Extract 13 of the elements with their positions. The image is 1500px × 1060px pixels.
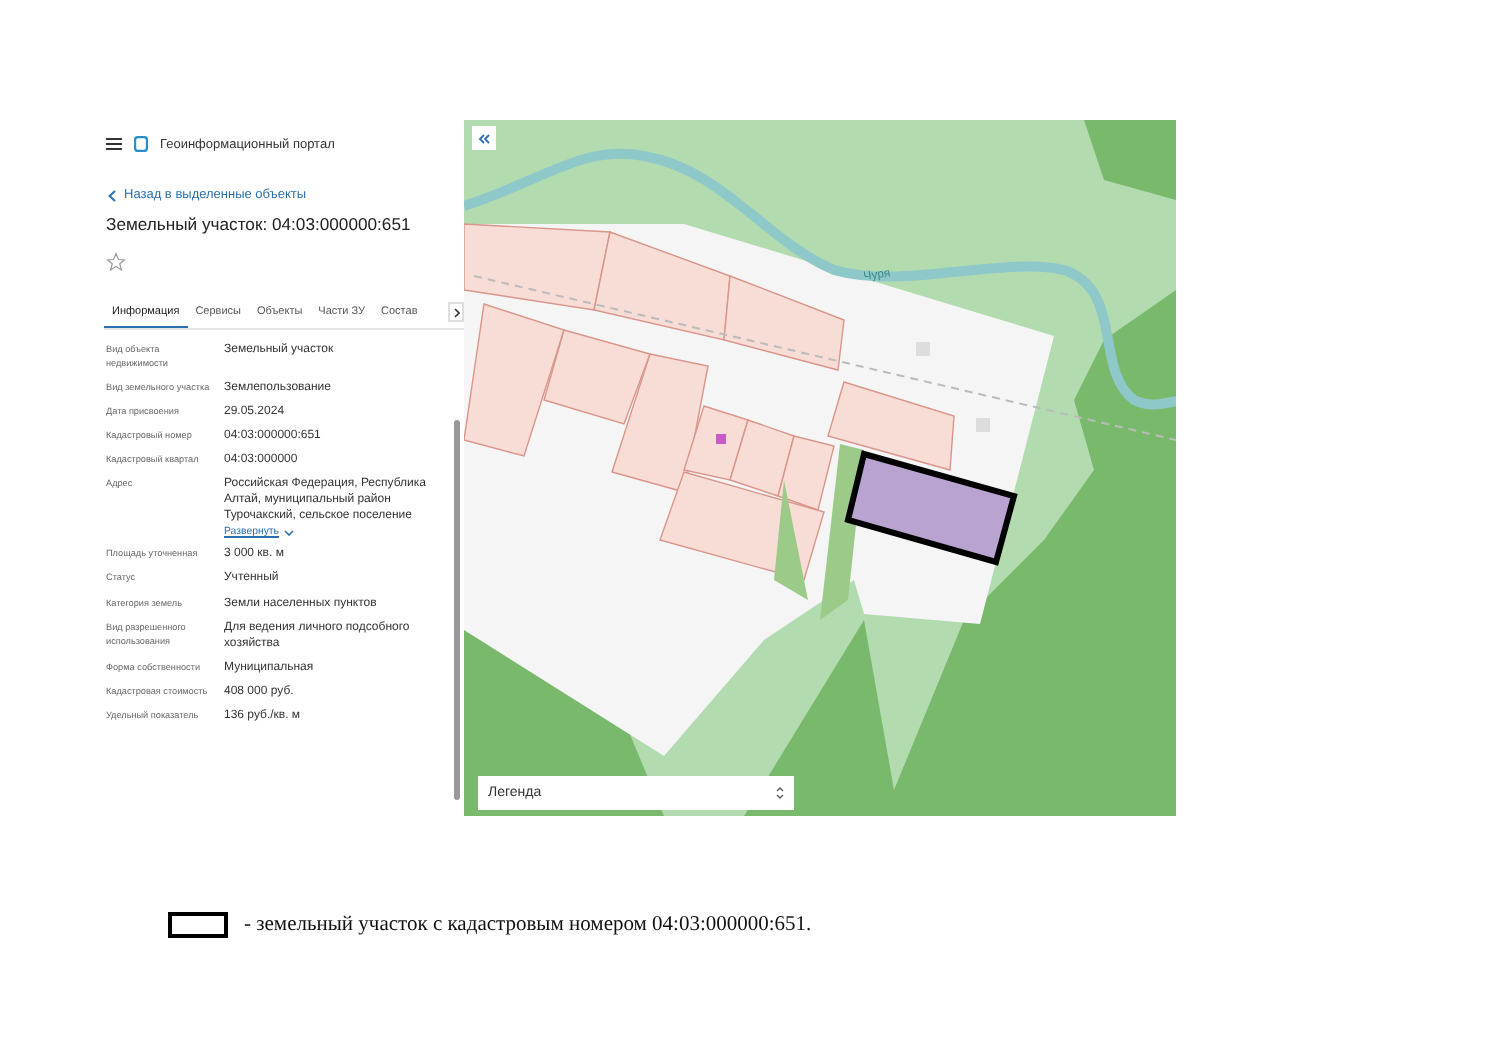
chevron-right-icon [453, 307, 459, 317]
scrollbar[interactable] [454, 420, 460, 800]
collapse-panel-button[interactable] [472, 126, 496, 150]
chevron-left-icon [108, 189, 116, 201]
up-down-chevron-icon [776, 786, 784, 800]
double-chevron-left-icon [478, 133, 490, 143]
tabs-scroll-button[interactable] [448, 302, 464, 322]
object-title: Земельный участок: 04:03:000000:651 [106, 214, 413, 234]
outline-swatch-icon [168, 912, 228, 938]
caption-text: - земельный участок с кадастровым номером 04:03:000000:651. [244, 914, 812, 936]
menu-icon[interactable] [106, 138, 122, 150]
document-icon [134, 136, 148, 152]
chevron-down-icon [283, 529, 293, 536]
